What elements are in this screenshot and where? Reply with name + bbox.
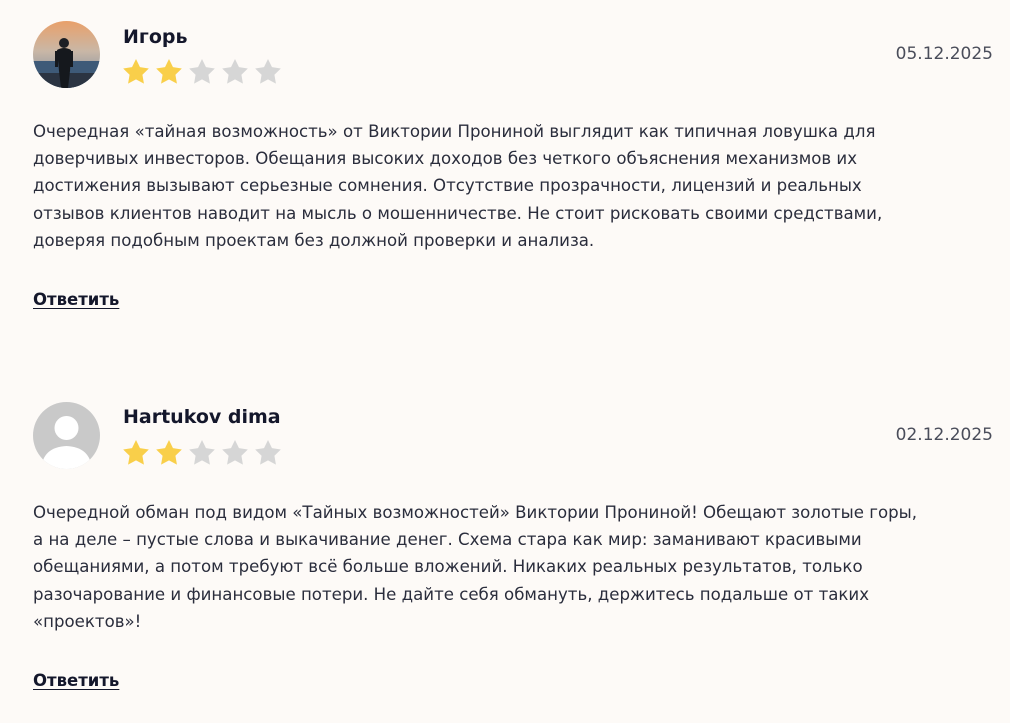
star-empty-icon — [188, 58, 216, 85]
review-text: Очередная «тайная возможность» от Виктор… — [33, 122, 883, 250]
star-filled-icon — [155, 439, 183, 466]
star-empty-icon — [188, 439, 216, 466]
user-photo-icon — [33, 21, 100, 88]
star-filled-icon — [155, 58, 183, 85]
review-date: 05.12.2025 — [895, 44, 993, 64]
reply-button[interactable]: Ответить — [33, 671, 119, 690]
default-avatar-icon — [33, 402, 100, 469]
rating-stars — [122, 58, 282, 85]
review-author: Hartukov dima — [123, 406, 281, 428]
star-empty-icon — [221, 58, 249, 85]
star-empty-icon — [254, 439, 282, 466]
star-filled-icon — [122, 439, 150, 466]
star-empty-icon — [254, 58, 282, 85]
rating-stars — [122, 439, 282, 466]
review-author: Игорь — [123, 26, 188, 48]
review-text: Очередной обман под видом «Тайных возмож… — [33, 503, 918, 631]
star-empty-icon — [221, 439, 249, 466]
star-filled-icon — [122, 58, 150, 85]
review-date: 02.12.2025 — [895, 425, 993, 445]
reply-button[interactable]: Ответить — [33, 290, 119, 309]
